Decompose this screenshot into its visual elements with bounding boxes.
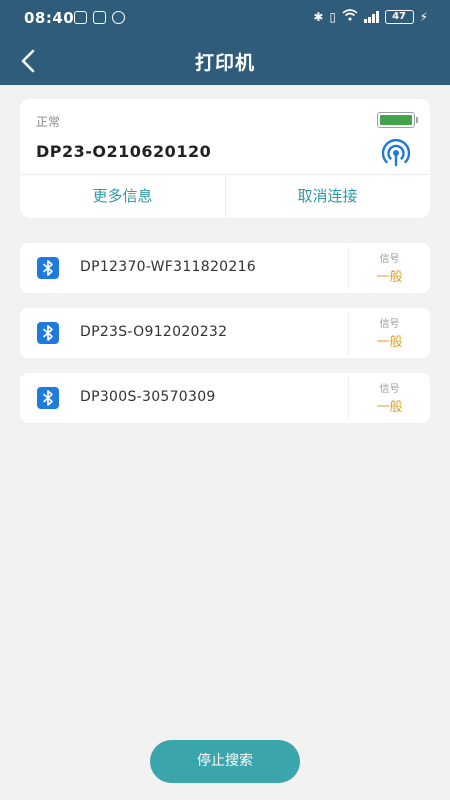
bluetooth-icon xyxy=(37,387,59,409)
disconnect-button[interactable]: 取消连接 xyxy=(225,175,430,218)
status-bar: 08:40 ✱ ▯ 47 ⚡ xyxy=(0,0,450,36)
nfc-icon xyxy=(93,11,106,24)
signal-label: 信号 xyxy=(379,254,400,265)
signal-label: 信号 xyxy=(379,319,400,330)
printer-battery-icon xyxy=(377,112,418,128)
printer-battery-fill xyxy=(380,115,412,125)
more-info-button[interactable]: 更多信息 xyxy=(20,175,225,218)
connected-printer-card: 正常 DP23-O210620120 更多信息 取消连接 xyxy=(20,99,430,218)
device-list-item[interactable]: DP300S-30570309 信号 一般 xyxy=(20,373,430,423)
signal-label: 信号 xyxy=(379,384,400,395)
wifi-icon xyxy=(342,9,358,24)
connection-status: 正常 xyxy=(36,115,61,129)
app-header: 08:40 ✱ ▯ 47 ⚡ 打印机 xyxy=(0,0,450,85)
nav-bar: 打印机 xyxy=(0,36,450,85)
device-list-item[interactable]: DP23S-O912020232 信号 一般 xyxy=(20,308,430,358)
device-list: DP12370-WF311820216 信号 一般 DP23S-O9120202… xyxy=(20,243,430,438)
device-name: DP12370-WF311820216 xyxy=(80,259,257,275)
signal-value: 一般 xyxy=(376,400,403,415)
status-battery: 47 xyxy=(384,9,414,24)
status-notification-icons xyxy=(74,11,125,24)
message-icon xyxy=(74,11,87,24)
bluetooth-icon xyxy=(37,257,59,279)
status-system-icons: ✱ ▯ 47 ⚡ xyxy=(313,9,428,24)
alarm-icon xyxy=(112,11,125,24)
device-list-item[interactable]: DP12370-WF311820216 信号 一般 xyxy=(20,243,430,293)
bluetooth-status-icon: ✱ xyxy=(313,9,324,24)
signal-value: 一般 xyxy=(376,270,403,285)
device-name: DP23S-O912020232 xyxy=(80,324,228,340)
page-title: 打印机 xyxy=(194,52,255,74)
charging-icon: ⚡ xyxy=(419,9,428,24)
broadcast-signal-icon xyxy=(382,139,410,167)
vibrate-icon: ▯ xyxy=(329,9,337,24)
status-time: 08:40 xyxy=(24,9,75,27)
signal-value: 一般 xyxy=(376,335,403,350)
cell-signal-icon xyxy=(364,10,379,23)
device-name: DP300S-30570309 xyxy=(80,389,216,405)
stop-search-button[interactable]: 停止搜索 xyxy=(150,740,300,783)
bluetooth-icon xyxy=(37,322,59,344)
connected-device-name: DP23-O210620120 xyxy=(36,142,212,161)
